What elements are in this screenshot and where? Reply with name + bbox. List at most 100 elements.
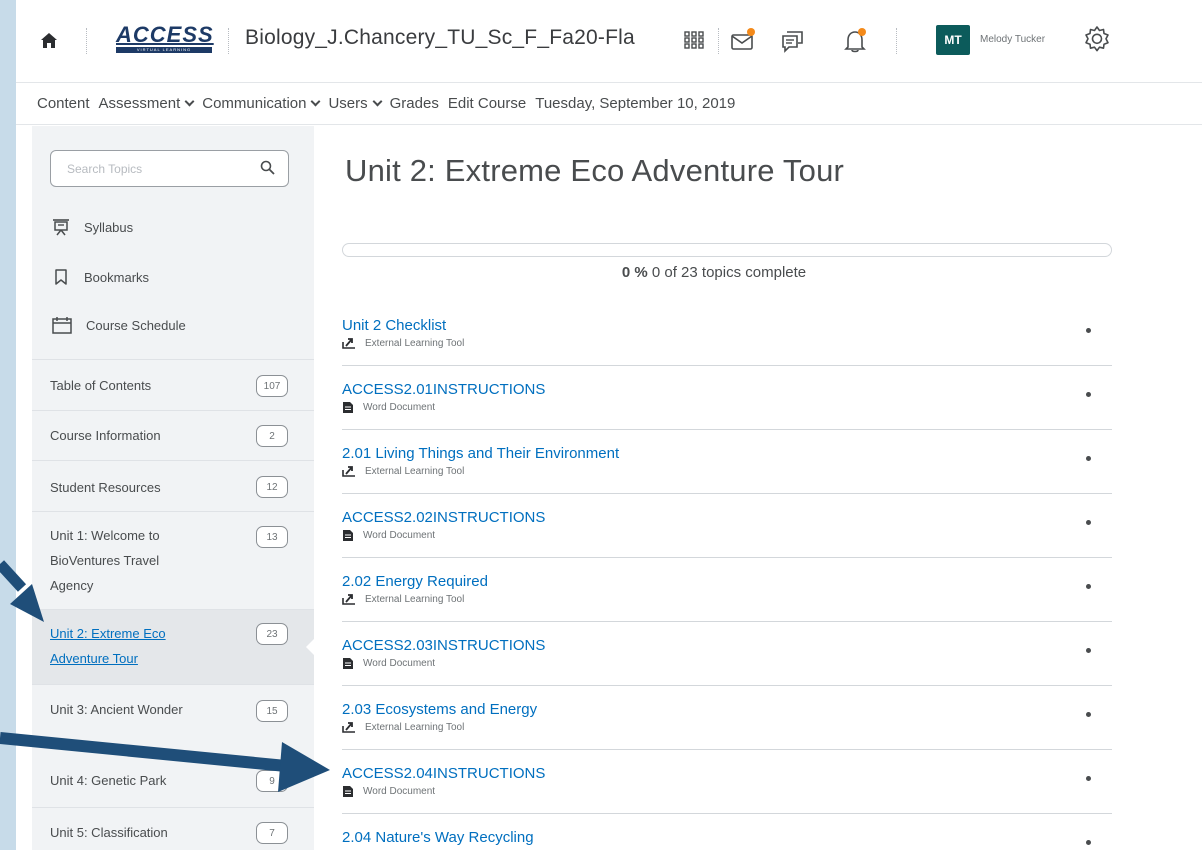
top-bar: ACCESS VIRTUAL LEARNING Biology_J.Chance… [16,0,1202,82]
topic-type: Word Document [342,401,435,414]
topic-link[interactable]: 2.02 Energy Required [342,573,488,590]
home-icon[interactable] [38,30,60,52]
nav-grades[interactable]: Grades [390,95,439,112]
topic-row[interactable]: Unit 2 Checklist External Learning Tool [342,302,1112,366]
chevron-down-icon [311,96,321,107]
nav-content[interactable]: Content [37,95,90,112]
topic-type: External Learning Tool [342,337,464,349]
completion-dot [1086,392,1091,397]
sidebar-link-label: Syllabus [84,219,134,235]
discussion-icon[interactable] [780,26,806,54]
external-tool-icon [342,465,365,477]
progress-bar [342,243,1112,257]
topic-type-label: External Learning Tool [365,593,465,605]
nav-edit-course[interactable]: Edit Course [448,95,526,112]
completion-dot [1086,840,1091,845]
topic-type-label: Word Document [363,786,436,797]
divider [86,28,87,54]
topic-type: External Learning Tool [342,721,464,733]
topic-row[interactable]: ACCESS2.02INSTRUCTIONS Word Document [342,494,1112,558]
count-badge: 12 [256,476,288,498]
nav-users[interactable]: Users [328,95,383,112]
toc-item-unit-5[interactable]: Unit 5: Classification 7 [32,808,314,850]
toc-item-course-information[interactable]: Course Information 2 [32,411,314,461]
gear-icon[interactable] [1082,24,1112,54]
topic-row[interactable]: ACCESS2.03INSTRUCTIONS Word Document [342,622,1112,686]
completion-dot [1086,520,1091,525]
toc-item-unit-1[interactable]: Unit 1: Welcome to BioVentures Travel Ag… [32,512,314,610]
topic-row[interactable]: 2.03 Ecosystems and Energy External Learn… [342,686,1112,750]
divider [228,28,229,54]
sidebar-link-course-schedule[interactable]: Course Schedule [52,316,186,334]
progress-text: 0 of 23 topics complete [651,264,807,281]
topic-link[interactable]: ACCESS2.02INSTRUCTIONS [342,509,545,526]
topic-type: External Learning Tool [342,465,464,477]
search-input[interactable]: Search Topics [50,150,289,187]
topic-link[interactable]: 2.04 Nature's Way Recycling [342,829,534,846]
toc-label: Table of Contents [50,378,152,393]
topic-type: External Learning Tool [342,593,464,605]
topic-link[interactable]: ACCESS2.01INSTRUCTIONS [342,381,545,398]
count-badge: 7 [256,822,288,844]
topic-row[interactable]: 2.04 Nature's Way RecyclingExternal Lear… [342,814,1112,850]
document-icon [342,657,363,670]
sidebar: Search Topics Syllabus Bookmarks Course … [32,126,315,850]
count-badge: 107 [256,375,288,397]
toc-item-student-resources[interactable]: Student Resources 12 [32,461,314,512]
nav-label: Tuesday, September 10, 2019 [535,95,736,112]
divider [718,28,719,54]
completion-dot [1086,712,1091,717]
toc-label: Unit 1: Welcome to BioVentures Travel Ag… [50,528,160,593]
topic-link[interactable]: Unit 2 Checklist [342,317,446,334]
app-frame: ACCESS VIRTUAL LEARNING Biology_J.Chance… [16,0,1202,850]
topic-row[interactable]: 2.01 Living Things and Their Environment… [342,430,1112,494]
topic-type: Word Document [342,785,435,798]
document-icon [342,529,363,542]
bookmark-icon [55,269,67,285]
nav-communication[interactable]: Communication [202,95,321,112]
main-content: Unit 2: Extreme Eco Adventure Tour 0 % 0… [314,126,1202,850]
topic-link[interactable]: ACCESS2.03INSTRUCTIONS [342,637,545,654]
topic-row[interactable]: ACCESS2.01INSTRUCTIONS Word Document [342,366,1112,430]
sidebar-link-label: Bookmarks [84,269,150,285]
bell-alert-icon[interactable] [842,26,868,54]
logo-subtext: VIRTUAL LEARNING [116,47,212,53]
topic-row[interactable]: 2.02 Energy Required External Learning To… [342,558,1112,622]
completion-dot [1086,584,1091,589]
count-badge: 2 [256,425,288,447]
count-badge: 23 [256,623,288,645]
course-title[interactable]: Biology_J.Chancery_TU_Sc_F_Fa20-Fla [245,26,635,50]
document-icon [342,785,363,798]
access-logo[interactable]: ACCESS VIRTUAL LEARNING [116,22,214,54]
toc-label: Unit 3: Ancient Wonder [50,702,183,717]
topic-type-label: External Learning Tool [365,721,465,733]
search-icon[interactable] [259,159,277,177]
toc-label: Student Resources [50,480,161,495]
topic-link[interactable]: 2.03 Ecosystems and Energy [342,701,537,718]
progress-percent: 0 % [621,264,648,281]
course-navbar: Content Assessment Communication Users G… [16,82,1202,125]
topic-row[interactable]: ACCESS2.04INSTRUCTIONS Word Document [342,750,1112,814]
message-alert-icon[interactable] [730,26,756,54]
avatar[interactable]: MT [936,25,970,55]
topic-link[interactable]: 2.01 Living Things and Their Environment [342,445,619,462]
topic-list: Unit 2 Checklist External Learning Tool AC… [342,302,1112,850]
toc-label: Unit 2: Extreme Eco Adventure Tour [50,626,166,666]
topic-type-label: External Learning Tool [365,337,465,349]
toc-item-unit-4[interactable]: Unit 4: Genetic Park 9 [32,748,314,808]
toc-item-unit-2[interactable]: Unit 2: Extreme Eco Adventure Tour 23 [32,610,315,685]
nav-date: Tuesday, September 10, 2019 [535,95,735,112]
nav-assessment[interactable]: Assessment [98,95,195,112]
sidebar-link-bookmarks[interactable]: Bookmarks [52,268,149,286]
calendar-icon [52,317,72,334]
logo-text: ACCESS [116,22,214,47]
topic-link[interactable]: ACCESS2.04INSTRUCTIONS [342,765,545,782]
nav-label: Assessment [98,95,181,112]
toc-item-table-of-contents[interactable]: Table of Contents 107 [32,359,314,411]
apps-grid-icon[interactable] [681,26,707,54]
topic-type-label: Word Document [363,658,436,669]
topic-type-label: Word Document [363,530,436,541]
user-name[interactable]: Melody Tucker [980,34,1045,45]
sidebar-link-syllabus[interactable]: Syllabus [52,218,133,236]
count-badge: 9 [256,770,288,792]
